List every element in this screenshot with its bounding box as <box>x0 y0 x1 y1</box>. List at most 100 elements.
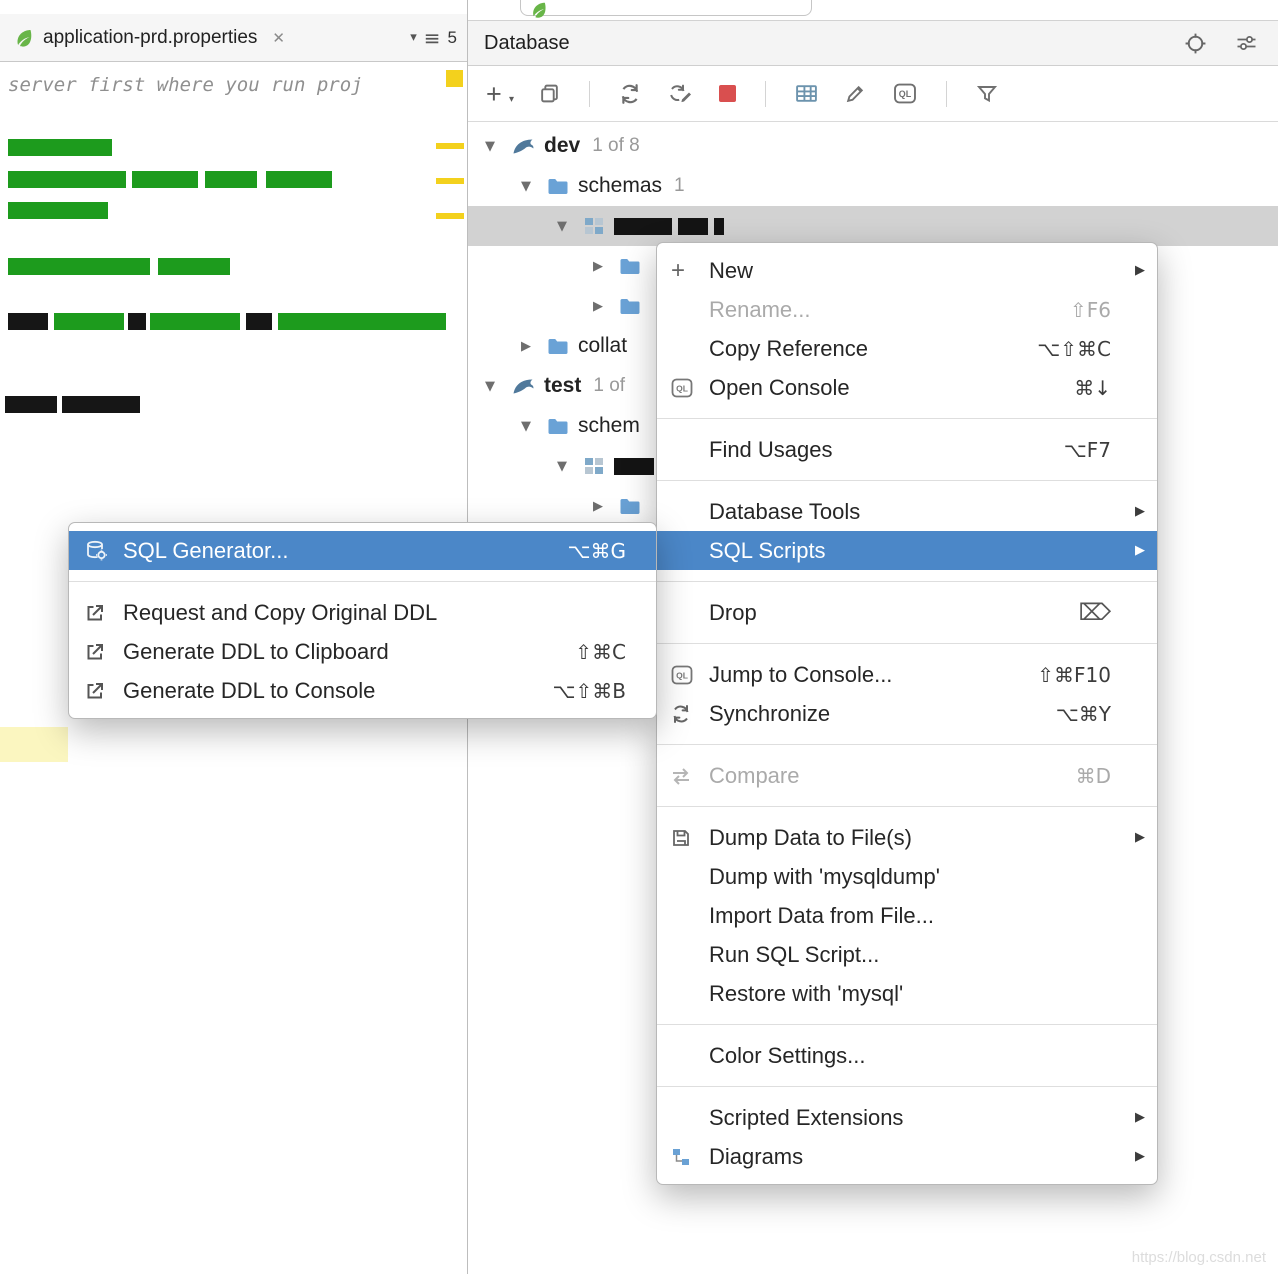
error-stripe-mark[interactable] <box>436 143 464 149</box>
chevron-right-icon[interactable]: ▶ <box>521 339 547 354</box>
plus-icon: + <box>671 257 709 285</box>
menu-item-sql-generator[interactable]: SQL Generator... ⌥⌘G <box>69 531 656 570</box>
sql-generator-icon <box>85 540 123 561</box>
menu-item-scripted-extensions[interactable]: Scripted Extensions ▶ <box>657 1098 1157 1137</box>
redacted-text-block <box>8 258 150 275</box>
shortcut: ⌥⇧⌘C <box>1037 337 1111 361</box>
tree-node-schemas[interactable]: ▼ schemas 1 <box>468 166 1278 206</box>
add-button[interactable]: +▾ <box>486 84 512 104</box>
menu-item-label: SQL Scripts <box>709 538 1111 564</box>
menu-item-label: Run SQL Script... <box>709 942 1111 968</box>
redacted-text-block <box>8 202 108 219</box>
folder-icon <box>547 417 569 436</box>
menu-item-rename[interactable]: Rename... ⇧F6 <box>657 290 1157 329</box>
locate-icon[interactable] <box>1184 32 1207 55</box>
mysql-dolphin-icon <box>511 135 535 157</box>
menu-item-jump-to-console[interactable]: QL Jump to Console... ⇧⌘F10 <box>657 655 1157 694</box>
edit-button[interactable] <box>845 83 866 104</box>
chevron-down-icon[interactable]: ▼ <box>521 419 547 434</box>
table-data-button[interactable] <box>795 83 818 104</box>
submit-refresh-button[interactable] <box>668 83 692 105</box>
redacted-text-block <box>8 313 48 330</box>
menu-item-find-usages[interactable]: Find Usages ⌥F7 <box>657 430 1157 469</box>
menu-item-generate-ddl-to-clipboard[interactable]: Generate DDL to Clipboard ⇧⌘C <box>69 632 656 671</box>
menu-item-new[interactable]: + New ▶ <box>657 251 1157 290</box>
delete-forward-icon: ⌦ <box>1078 600 1111 626</box>
menu-separator <box>657 744 1157 745</box>
menu-item-open-console[interactable]: QL Open Console ⌘↓ <box>657 368 1157 407</box>
menu-item-compare[interactable]: Compare ⌘D <box>657 756 1157 795</box>
refresh-button[interactable] <box>619 83 641 105</box>
svg-text:QL: QL <box>676 670 688 680</box>
chevron-down-icon: ▾ <box>509 90 514 110</box>
close-icon[interactable]: ✕ <box>272 29 285 47</box>
menu-item-label: Generate DDL to Console <box>123 678 528 704</box>
submenu-arrow-icon: ▶ <box>1125 830 1145 845</box>
hidden-tabs-icon[interactable]: ≡ <box>424 26 441 50</box>
console-button[interactable]: QL <box>893 83 917 104</box>
run-config-widget-partial[interactable] <box>520 0 812 16</box>
export-ddl-icon <box>85 603 123 623</box>
menu-item-copy-reference[interactable]: Copy Reference ⌥⇧⌘C <box>657 329 1157 368</box>
menu-item-label: Compare <box>709 763 1052 789</box>
menu-item-diagrams[interactable]: Diagrams ▶ <box>657 1137 1157 1176</box>
redacted-text-block <box>614 458 654 475</box>
chevron-down-icon[interactable]: ▼ <box>521 179 547 194</box>
tree-node-schema-selected[interactable]: ▼ <box>468 206 1278 246</box>
redacted-text-block <box>158 258 230 275</box>
menu-item-color-settings[interactable]: Color Settings... <box>657 1036 1157 1075</box>
error-stripe-mark[interactable] <box>436 213 464 219</box>
redacted-text-block <box>5 396 57 413</box>
redacted-text-block <box>614 218 672 235</box>
menu-item-dump-with-mysqldump[interactable]: Dump with 'mysqldump' <box>657 857 1157 896</box>
submenu-arrow-icon: ▶ <box>1125 1110 1145 1125</box>
redacted-text-block <box>132 171 198 188</box>
menu-item-dump-data-to-files[interactable]: Dump Data to File(s) ▶ <box>657 818 1157 857</box>
menu-item-synchronize[interactable]: Synchronize ⌥⌘Y <box>657 694 1157 733</box>
redacted-text-block <box>150 313 240 330</box>
tree-node-badge: 1 <box>674 175 685 197</box>
tree-node-label: dev <box>544 134 580 158</box>
redacted-text-block <box>678 218 708 235</box>
console-icon: QL <box>671 378 709 398</box>
chevron-down-icon[interactable]: ▼ <box>485 139 511 154</box>
error-stripe-mark[interactable] <box>436 178 464 184</box>
chevron-down-icon[interactable]: ▼ <box>485 379 511 394</box>
redacted-text-block <box>205 171 257 188</box>
settings-sliders-icon[interactable] <box>1235 33 1258 53</box>
menu-item-label: Scripted Extensions <box>709 1105 1111 1131</box>
menu-item-request-copy-original-ddl[interactable]: Request and Copy Original DDL <box>69 593 656 632</box>
chevron-right-icon[interactable]: ▶ <box>593 299 619 314</box>
menu-item-restore-with-mysql[interactable]: Restore with 'mysql' <box>657 974 1157 1013</box>
shortcut: ⌥F7 <box>1064 438 1111 462</box>
menu-item-label: Restore with 'mysql' <box>709 981 1111 1007</box>
editor-tab-bar: application-prd.properties ✕ ▾ ≡ 5 <box>0 14 467 62</box>
chevron-down-icon[interactable]: ▼ <box>557 219 583 234</box>
shortcut: ⌘D <box>1076 764 1111 788</box>
chevron-down-icon[interactable]: ▾ <box>410 30 417 45</box>
menu-item-sql-scripts[interactable]: SQL Scripts ▶ <box>657 531 1157 570</box>
chevron-right-icon[interactable]: ▶ <box>593 259 619 274</box>
stop-button[interactable] <box>719 85 736 102</box>
export-ddl-icon <box>85 681 123 701</box>
shortcut: ⇧⌘F10 <box>1037 663 1111 687</box>
filter-button[interactable] <box>976 83 998 104</box>
redacted-text-block <box>8 171 126 188</box>
menu-item-import-data-from-file[interactable]: Import Data from File... <box>657 896 1157 935</box>
error-stripe-mark[interactable] <box>446 70 463 87</box>
menu-item-database-tools[interactable]: Database Tools ▶ <box>657 492 1157 531</box>
shortcut: ⌘↓ <box>1074 376 1111 400</box>
chevron-down-icon[interactable]: ▼ <box>557 459 583 474</box>
tree-node-dev[interactable]: ▼ dev 1 of 8 <box>468 126 1278 166</box>
console-icon: QL <box>671 665 709 685</box>
database-toolbar: +▾ QL <box>468 66 1278 122</box>
chevron-right-icon[interactable]: ▶ <box>593 499 619 514</box>
menu-item-label: Jump to Console... <box>709 662 1013 688</box>
tab-application-prd-properties[interactable]: application-prd.properties ✕ <box>0 14 297 61</box>
duplicate-button[interactable] <box>539 83 560 104</box>
menu-item-generate-ddl-to-console[interactable]: Generate DDL to Console ⌥⇧⌘B <box>69 671 656 710</box>
menu-separator <box>657 1024 1157 1025</box>
menu-item-drop[interactable]: Drop ⌦ <box>657 593 1157 632</box>
menu-item-run-sql-script[interactable]: Run SQL Script... <box>657 935 1157 974</box>
menu-item-label: SQL Generator... <box>123 538 543 564</box>
